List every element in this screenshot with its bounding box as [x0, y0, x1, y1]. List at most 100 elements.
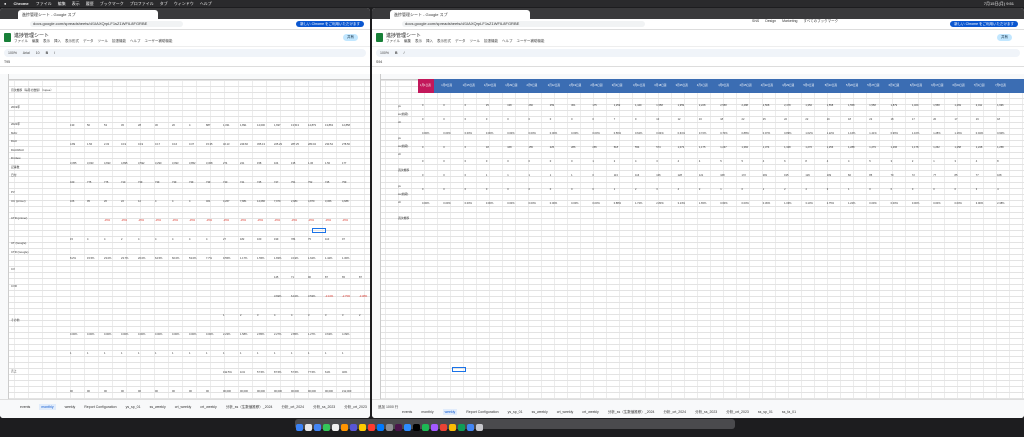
right-url-field[interactable]: docs.google.com/spreadsheets/d/1IAXQrpLF…	[402, 21, 645, 27]
trash-icon[interactable]	[476, 423, 483, 431]
value-cell[interactable]: 0.00%	[955, 202, 962, 205]
value-cell[interactable]: 0.60%	[720, 202, 727, 205]
value-cell[interactable]: 0.88%	[614, 202, 621, 205]
value-cell[interactable]: 1	[592, 160, 593, 163]
value-cell[interactable]: 12	[678, 118, 681, 121]
value-cell[interactable]: 28	[138, 124, 141, 127]
week-header-date[interactable]: 1月1日週	[420, 83, 431, 87]
value-cell[interactable]: 0	[742, 188, 743, 191]
value-cell[interactable]: 0.96%	[891, 132, 898, 135]
value-cell[interactable]: 0.00%	[592, 132, 599, 135]
value-cell[interactable]: 75	[308, 238, 311, 241]
value-cell[interactable]: 109	[827, 174, 831, 177]
value-cell[interactable]: 8	[997, 160, 998, 163]
right-doc-title[interactable]: 進捗管理シート	[386, 32, 421, 39]
left-url-field[interactable]: docs.google.com/spreadsheets/d/1IAXQrpLF…	[30, 21, 183, 27]
value-cell[interactable]: 287.25	[291, 143, 299, 146]
value-cell[interactable]: 90,000	[274, 390, 282, 393]
value-cell[interactable]: 1,237	[720, 146, 727, 149]
value-cell[interactable]: 0	[486, 160, 487, 163]
messages-icon[interactable]	[323, 423, 330, 431]
value-cell[interactable]: 12,858	[342, 124, 350, 127]
value-cell[interactable]: 740	[223, 181, 227, 184]
value-cell[interactable]: 1,279	[869, 146, 876, 149]
value-cell[interactable]: 3.19%	[291, 257, 298, 260]
value-cell[interactable]: 95	[87, 200, 90, 203]
drive-icon[interactable]	[449, 423, 456, 431]
value-cell[interactable]: 1.62%	[308, 257, 315, 260]
value-cell[interactable]: 46.13	[223, 143, 230, 146]
menubar-item[interactable]: ブックマーク	[100, 1, 124, 6]
value-cell[interactable]: 0.00%	[529, 132, 536, 135]
value-cell[interactable]: 3	[308, 314, 309, 317]
value-cell[interactable]: 77	[933, 174, 936, 177]
week-header-date[interactable]: 4月8日週	[718, 83, 729, 87]
launchpad-icon[interactable]	[305, 423, 312, 431]
value-cell[interactable]: 1,384	[742, 146, 749, 149]
value-cell[interactable]: 135	[291, 162, 295, 165]
value-cell[interactable]: 72	[912, 174, 915, 177]
value-cell[interactable]: 0.89%	[784, 132, 791, 135]
value-cell[interactable]: 82	[848, 174, 851, 177]
value-cell[interactable]: 168	[507, 146, 511, 149]
value-cell[interactable]: 0	[465, 174, 466, 177]
value-cell[interactable]: 0.70%	[720, 132, 727, 135]
value-cell[interactable]: 1.55%	[257, 257, 264, 260]
value-cell[interactable]: 25	[486, 104, 489, 107]
sheet-tab[interactable]: 分析_ss_2023	[695, 410, 717, 414]
value-cell[interactable]: 0.37	[189, 143, 194, 146]
menubar-item[interactable]: 編集	[58, 1, 66, 6]
value-cell[interactable]: 27	[223, 238, 226, 241]
sheet-tab[interactable]: ys_sp_01	[126, 405, 141, 409]
value-cell[interactable]: 4.89	[70, 143, 75, 146]
value-cell[interactable]: 4	[805, 188, 806, 191]
value-cell[interactable]: 158	[257, 162, 261, 165]
value-cell[interactable]: 77	[976, 174, 979, 177]
value-cell[interactable]: 2	[121, 238, 122, 241]
value-cell[interactable]: 0.00%	[104, 333, 111, 336]
value-cell[interactable]: 233.54	[325, 143, 333, 146]
value-cell[interactable]: 64.5%	[155, 257, 162, 260]
settings-icon[interactable]	[386, 423, 393, 431]
value-cell[interactable]: 3	[656, 188, 657, 191]
doc-menu-item[interactable]: 拡張機能	[484, 39, 498, 43]
value-cell[interactable]: 0	[443, 188, 444, 191]
sheet-tab[interactable]: weekly	[442, 409, 458, 415]
week-header-date[interactable]: 3月11日週	[633, 83, 645, 87]
value-cell[interactable]: 0.00%	[507, 202, 514, 205]
week-header-date[interactable]: 6月3日週	[889, 83, 900, 87]
left-share-button[interactable]: 共有	[343, 34, 358, 41]
value-cell[interactable]: 1	[614, 188, 615, 191]
value-cell[interactable]: -15%	[257, 219, 263, 222]
value-cell[interactable]: 0.00%	[571, 132, 578, 135]
value-cell[interactable]: 0.00%	[465, 202, 472, 205]
week-header-date[interactable]: 5月27日週	[867, 83, 879, 87]
value-cell[interactable]: 0	[422, 160, 423, 163]
value-cell[interactable]: 90	[189, 390, 192, 393]
sheet-tab[interactable]: 分析_crt_2024	[282, 405, 305, 409]
value-cell[interactable]: 574	[656, 146, 660, 149]
value-cell[interactable]: 1	[206, 352, 207, 355]
value-cell[interactable]: 3.53%	[308, 295, 315, 298]
value-cell[interactable]: 129	[805, 174, 809, 177]
value-cell[interactable]: 1,697	[274, 124, 281, 127]
value-cell[interactable]: 0.00%	[121, 333, 128, 336]
value-cell[interactable]: 1,266	[891, 146, 898, 149]
value-cell[interactable]: 1	[257, 352, 258, 355]
value-cell[interactable]: 18	[848, 118, 851, 121]
value-cell[interactable]: 1	[529, 174, 530, 177]
value-cell[interactable]: 0.16	[172, 143, 177, 146]
value-cell[interactable]: 15.5%	[87, 257, 94, 260]
value-cell[interactable]: 1	[308, 352, 309, 355]
value-cell[interactable]: 4	[87, 238, 88, 241]
value-cell[interactable]: 4	[678, 188, 679, 191]
value-cell[interactable]: 4	[189, 200, 190, 203]
value-cell[interactable]: 1,073	[678, 146, 685, 149]
week-header-date[interactable]: 6月10日週	[910, 83, 922, 87]
value-cell[interactable]: 2	[240, 314, 241, 317]
value-cell[interactable]: 15	[70, 238, 73, 241]
value-cell[interactable]: 4	[635, 160, 636, 163]
value-cell[interactable]: 2.27%	[274, 333, 281, 336]
value-cell[interactable]: 739	[138, 181, 142, 184]
week-header-date[interactable]: 1月15日週	[463, 83, 475, 87]
